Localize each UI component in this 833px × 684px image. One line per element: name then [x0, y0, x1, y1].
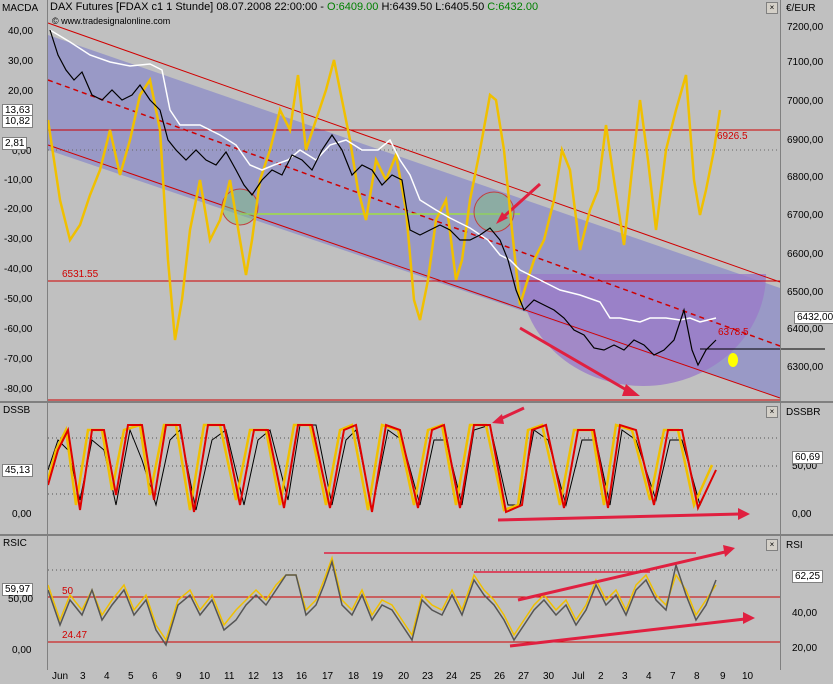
time-tick: 3	[622, 671, 628, 682]
time-tick: 20	[398, 671, 410, 682]
rsi-left-label: RSIC	[3, 538, 27, 549]
time-tick: 4	[646, 671, 652, 682]
time-tick: 10	[742, 671, 754, 682]
close-panel-icon[interactable]: ×	[766, 539, 778, 551]
time-tick: 2	[598, 671, 604, 682]
time-tick: 13	[272, 671, 284, 682]
time-tick: 27	[518, 671, 530, 682]
time-tick: 11	[224, 671, 235, 682]
time-tick: 23	[422, 671, 434, 682]
time-tick: 10	[199, 671, 211, 682]
rsi-left-tick: 0,00	[12, 645, 32, 656]
time-tick: 4	[104, 671, 110, 682]
rsi-right-tick: 20,00	[792, 643, 818, 654]
time-tick: Jul	[572, 671, 585, 682]
time-tick: Jun	[52, 671, 69, 682]
time-tick: 9	[720, 671, 726, 682]
rsi-right-tick: 40,00	[792, 608, 818, 619]
rsi-right-value: 62,25	[792, 570, 824, 583]
time-axis: Jun 3 4 5 6 9 10 11 12 13 16 17 18 19 20…	[0, 671, 833, 684]
left-axis-border	[47, 0, 48, 670]
time-tick: 19	[372, 671, 384, 682]
time-tick: 30	[543, 671, 555, 682]
rsi-left-tick: 50,00	[8, 594, 34, 605]
rsi-right-label: RSI	[786, 540, 803, 551]
time-tick: 6	[152, 671, 158, 682]
time-tick: 3	[80, 671, 86, 682]
time-tick: 9	[176, 671, 182, 682]
time-tick: 5	[128, 671, 134, 682]
rsi-level-50: 50	[62, 586, 74, 597]
time-tick: 7	[670, 671, 676, 682]
right-axis-border	[780, 0, 781, 670]
time-tick: 17	[322, 671, 334, 682]
time-tick: 25	[470, 671, 482, 682]
time-tick: 16	[296, 671, 308, 682]
time-tick: 18	[348, 671, 360, 682]
time-tick: 12	[248, 671, 260, 682]
time-tick: 8	[694, 671, 700, 682]
rsi-level-24: 24.47	[62, 630, 88, 641]
rsi-chart	[47, 545, 780, 648]
time-tick: 24	[446, 671, 458, 682]
time-tick: 26	[494, 671, 506, 682]
